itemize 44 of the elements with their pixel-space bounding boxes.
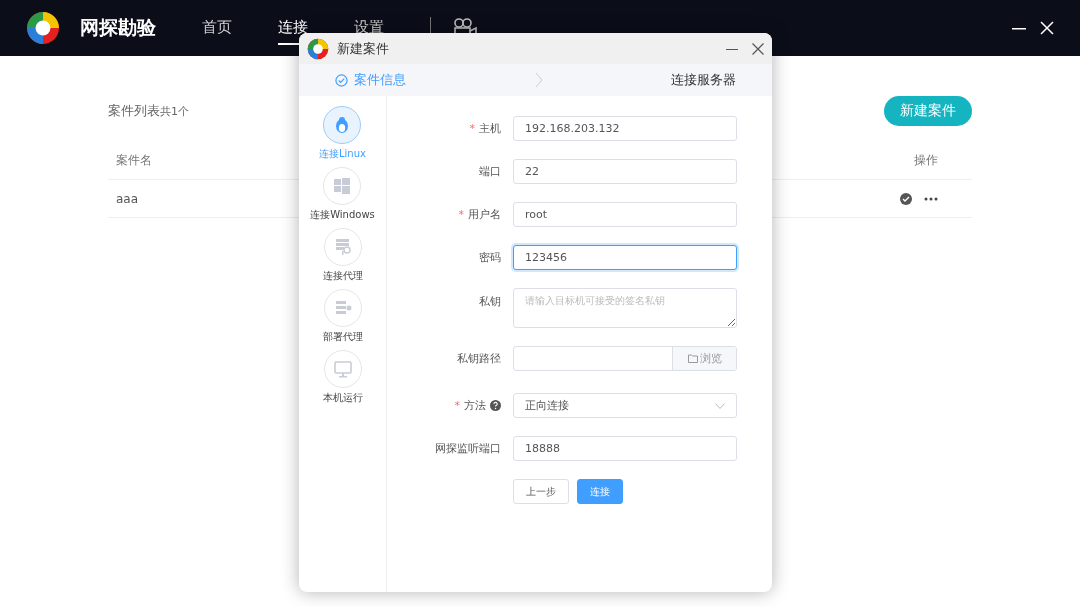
field-label: 私钥路径	[457, 351, 501, 366]
input-field[interactable]: 192.168.203.132	[513, 116, 737, 141]
field-label: 方法	[464, 398, 486, 413]
more-icon[interactable]	[924, 196, 938, 201]
mode-button[interactable]	[323, 106, 362, 144]
folder-icon	[687, 354, 698, 363]
column-header: 案件名	[116, 152, 152, 169]
input-field[interactable]: root	[513, 202, 737, 227]
logo-icon	[307, 37, 329, 60]
method-select[interactable]: 正向连接	[513, 393, 737, 418]
mode-label[interactable]: 连接Windows	[310, 208, 375, 222]
field-label: 主机	[479, 121, 501, 136]
chevron-icon	[533, 72, 544, 88]
dialog-title: 新建案件	[337, 39, 389, 58]
field-label: 私钥	[479, 294, 501, 309]
nav-tab[interactable]: 首页	[202, 11, 232, 45]
close-icon[interactable]	[752, 42, 764, 55]
table-cell: aaa	[116, 191, 139, 206]
field-label: 端口	[479, 164, 501, 179]
check-circle-icon	[335, 73, 348, 87]
input-field[interactable]: 22	[513, 159, 737, 184]
windows-icon	[332, 176, 353, 196]
list-title: 案件列表共1个	[108, 102, 189, 120]
field-label: 网探监听端口	[435, 441, 501, 456]
logo-icon	[26, 11, 60, 45]
field-label: 用户名	[468, 207, 501, 222]
required-mark: *	[469, 122, 475, 135]
field-label: 密码	[479, 250, 501, 265]
caret-icon	[715, 402, 725, 409]
input-field[interactable]: 18888	[513, 436, 737, 461]
mode-label[interactable]: 本机运行	[322, 391, 363, 405]
check-icon[interactable]	[900, 192, 912, 205]
required-mark: *	[458, 208, 464, 221]
back-button[interactable]: 上一步	[513, 479, 569, 504]
step-label: 案件信息	[354, 71, 406, 89]
required-mark: *	[454, 399, 460, 412]
column-header: 操作	[914, 152, 938, 169]
monitor-icon	[332, 359, 353, 379]
step-label: 连接服务器	[671, 71, 736, 89]
help-icon[interactable]	[490, 400, 501, 411]
app-title: 网探勘验	[80, 15, 156, 40]
mode-label[interactable]: 部署代理	[322, 330, 363, 344]
input-field[interactable]: 123456	[513, 245, 737, 270]
mode-label[interactable]: 连接代理	[322, 269, 363, 283]
